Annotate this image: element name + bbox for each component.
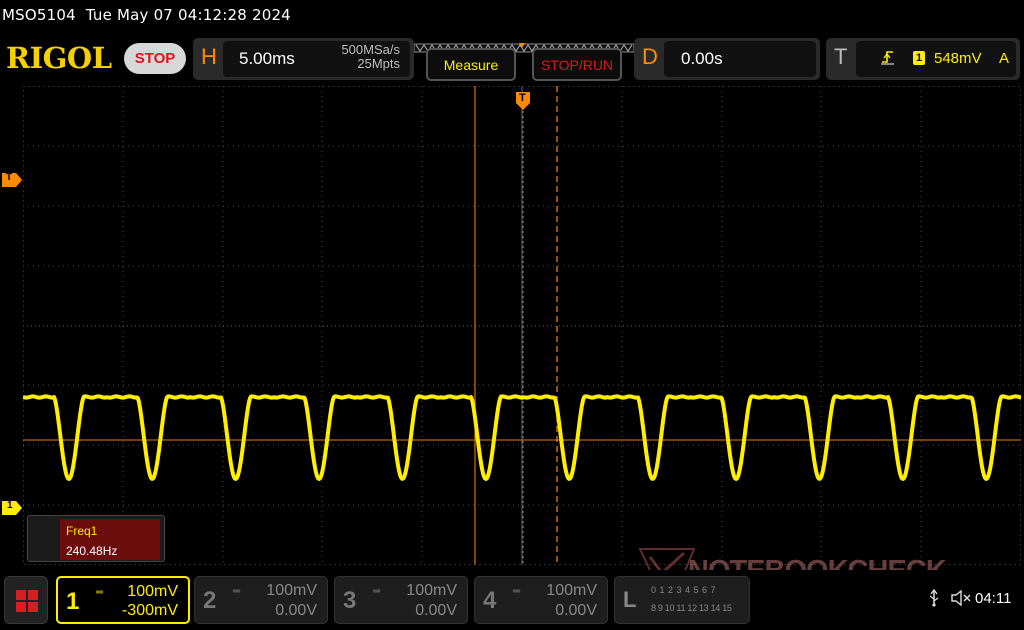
channel4-offset: 0.00V bbox=[555, 602, 597, 619]
status-line: MSO5104 Tue May 07 04:12:28 2024 bbox=[2, 6, 291, 24]
channel1-settings[interactable]: 1 ═ 100mV -300mV bbox=[56, 576, 190, 624]
run-state-badge[interactable]: STOP bbox=[124, 43, 186, 74]
horizontal-settings[interactable]: H 5.00ms 500MSa/s 25Mpts bbox=[193, 38, 414, 80]
channel1-coupling-icon: ═ bbox=[96, 587, 103, 598]
delay-letter: D bbox=[642, 44, 658, 69]
channel2-scale: 100mV bbox=[266, 582, 317, 599]
measurement-label: Freq1 bbox=[66, 524, 98, 538]
channel1-offset-marker[interactable]: 1 bbox=[2, 500, 22, 515]
memory-depth: 25Mpts bbox=[357, 56, 400, 71]
channel4-number: 4 bbox=[483, 587, 497, 614]
run-state-label: STOP bbox=[134, 50, 176, 67]
usb-icon bbox=[927, 588, 941, 607]
channel2-coupling-icon: ═ bbox=[233, 586, 240, 597]
graticule-center bbox=[23, 86, 1021, 565]
timebase-value: 5.00ms bbox=[239, 49, 295, 68]
channel3-settings[interactable]: 3 ═ 100mV 0.00V bbox=[334, 576, 468, 624]
channel3-scale: 100mV bbox=[406, 582, 457, 599]
channel3-coupling-icon: ═ bbox=[373, 586, 380, 597]
trigger-level-marker[interactable]: T bbox=[2, 172, 22, 187]
logic-letter: L bbox=[623, 587, 637, 612]
logic-bits-row2: 8 9 10 11 12 13 14 15 bbox=[651, 603, 732, 613]
channel2-settings[interactable]: 2 ═ 100mV 0.00V bbox=[194, 576, 328, 624]
channel2-number: 2 bbox=[203, 587, 217, 614]
trigger-level: 548mV bbox=[934, 50, 982, 67]
model-name: MSO5104 bbox=[2, 6, 76, 24]
trigger-source-badge: 1 bbox=[913, 51, 925, 65]
channel4-settings[interactable]: 4 ═ 100mV 0.00V bbox=[474, 576, 608, 624]
menu-icon bbox=[16, 590, 38, 612]
menu-button[interactable] bbox=[4, 576, 48, 624]
speaker-mute-icon[interactable] bbox=[950, 589, 972, 607]
rigol-logo: RIGOL bbox=[6, 41, 112, 75]
horizontal-letter: H bbox=[201, 44, 217, 69]
waveform-display[interactable] bbox=[23, 86, 1021, 565]
delay-value: 0.00s bbox=[681, 49, 723, 68]
trigger-letter: T bbox=[834, 44, 848, 69]
datetime: Tue May 07 04:12:28 2024 bbox=[85, 6, 291, 24]
channel4-coupling-icon: ═ bbox=[513, 586, 520, 597]
measure-button[interactable]: Measure bbox=[426, 48, 516, 81]
clock: 04:11 bbox=[975, 590, 1012, 607]
measurement-panel[interactable]: Freq1 240.48Hz bbox=[27, 515, 165, 562]
delay-settings[interactable]: D 0.00s bbox=[634, 38, 820, 80]
logic-bits-row1: 0 1 2 3 4 5 6 7 bbox=[651, 585, 717, 595]
trigger-position-marker[interactable]: T bbox=[516, 92, 530, 110]
channel3-offset: 0.00V bbox=[415, 602, 457, 619]
channel1-offset: -300mV bbox=[121, 602, 178, 619]
sample-rate: 500MSa/s bbox=[341, 42, 400, 57]
channel1-number: 1 bbox=[66, 588, 80, 615]
trigger-edge-icon bbox=[881, 49, 895, 65]
trigger-settings[interactable]: T 1 548mV A bbox=[826, 38, 1020, 80]
trigger-mode: A bbox=[999, 50, 1010, 67]
measurement-value: 240.48Hz bbox=[66, 544, 118, 558]
channel4-scale: 100mV bbox=[546, 582, 597, 599]
logic-settings[interactable]: L 0 1 2 3 4 5 6 7 8 9 10 11 12 13 14 15 bbox=[614, 576, 750, 624]
channel1-scale: 100mV bbox=[127, 583, 178, 600]
timeline-strip bbox=[413, 38, 635, 53]
channel2-offset: 0.00V bbox=[275, 602, 317, 619]
channel3-number: 3 bbox=[343, 587, 357, 614]
stop-run-button[interactable]: STOP/RUN bbox=[532, 48, 622, 81]
